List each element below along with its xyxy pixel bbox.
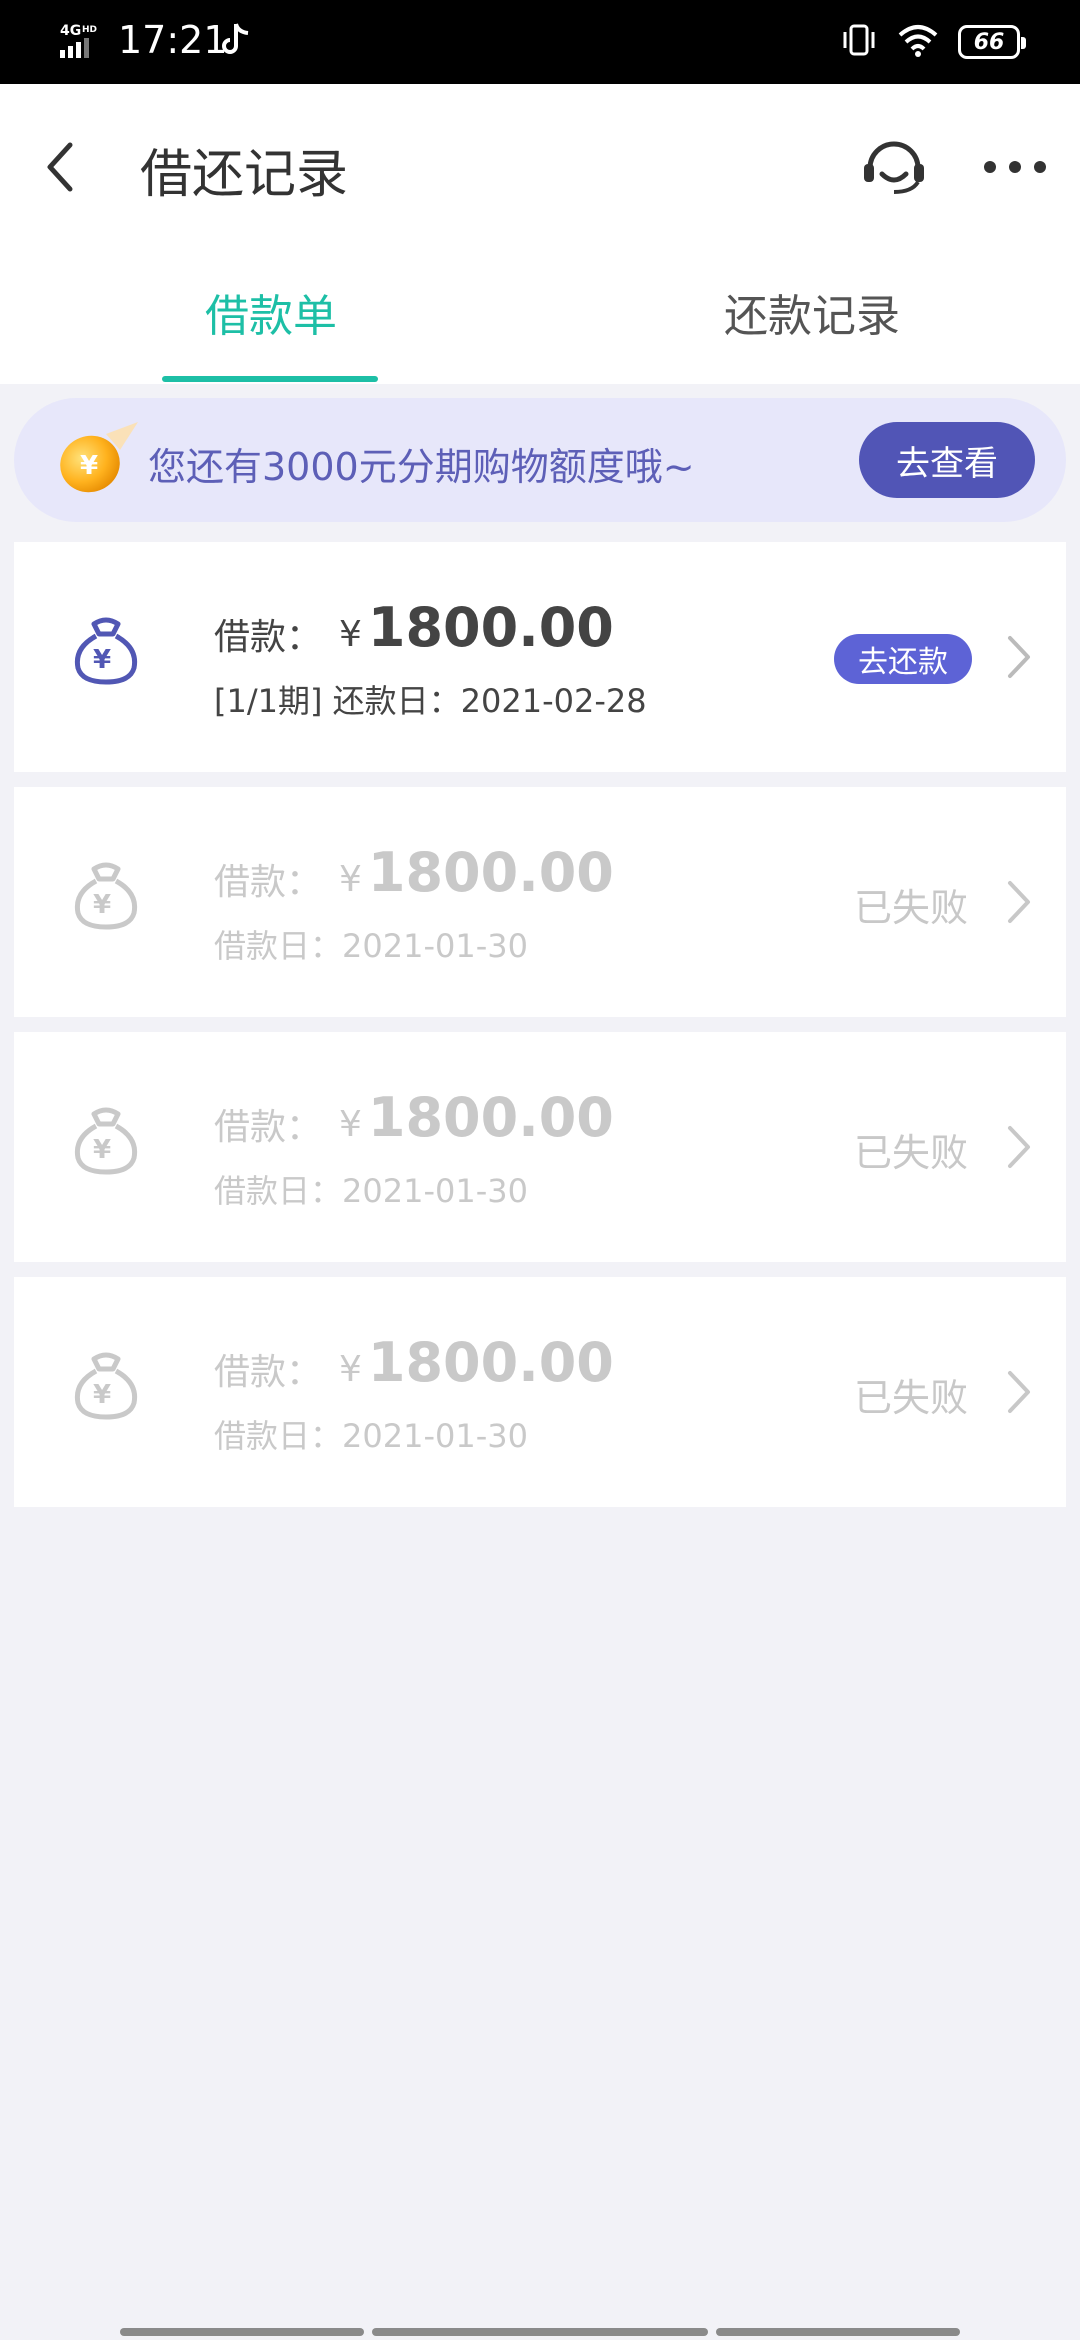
- currency-symbol: ¥: [339, 1104, 362, 1145]
- amount-value: 1800.00: [367, 841, 614, 904]
- chevron-right-icon: [1004, 1124, 1034, 1174]
- amount-label: 借款：: [214, 617, 323, 658]
- currency-symbol: ¥: [339, 614, 362, 655]
- amount-label: 借款：: [214, 862, 323, 903]
- amount-value: 1800.00: [367, 596, 614, 659]
- money-bag-icon: ¥: [68, 1349, 144, 1429]
- svg-text:¥: ¥: [93, 645, 111, 675]
- loan-record-card[interactable]: ¥ 借款： ¥1800.00 [1/1期] 还款日：2021-02-28 去还款: [14, 542, 1066, 772]
- promo-banner[interactable]: ¥ 您还有3000元分期购物额度哦~ 去查看: [14, 398, 1066, 522]
- loan-date: 借款日：2021-01-30: [214, 927, 528, 965]
- loan-amount: ¥1800.00: [339, 1086, 614, 1149]
- tab-indicator: [162, 376, 378, 382]
- svg-text:¥: ¥: [93, 1380, 111, 1410]
- view-button[interactable]: 去查看: [859, 422, 1035, 498]
- svg-text:¥: ¥: [80, 451, 98, 481]
- chevron-left-icon: [47, 142, 73, 192]
- repayment-date: [1/1期] 还款日：2021-02-28: [214, 682, 647, 720]
- customer-service-button[interactable]: [856, 132, 932, 202]
- status-bar: 4G HD 17:21 66: [0, 0, 1080, 84]
- chevron-right-icon: [1004, 1369, 1034, 1419]
- header: 借还记录 借款单 还款记录: [0, 84, 1080, 384]
- more-button[interactable]: [980, 132, 1050, 202]
- gesture-bar-right[interactable]: [716, 2328, 960, 2336]
- money-bag-icon: ¥: [68, 1104, 144, 1184]
- repay-button[interactable]: 去还款: [834, 634, 972, 684]
- amount-label: 借款：: [214, 1107, 323, 1148]
- svg-text:HD: HD: [82, 25, 97, 35]
- status-text: 已失败: [854, 886, 969, 930]
- chevron-right-icon: [1004, 634, 1034, 684]
- loan-amount: ¥1800.00: [339, 596, 614, 659]
- status-text: 已失败: [854, 1376, 969, 1420]
- loan-amount: ¥1800.00: [339, 841, 614, 904]
- banner-text: 您还有3000元分期购物额度哦~: [148, 445, 695, 489]
- tiktok-icon: [222, 22, 252, 62]
- gesture-bar-home[interactable]: [372, 2328, 708, 2336]
- chevron-right-icon: [1004, 879, 1034, 929]
- money-bag-icon: ¥: [68, 859, 144, 939]
- svg-text:¥: ¥: [93, 1135, 111, 1165]
- network-signal-icon: 4G HD: [58, 22, 108, 64]
- money-bag-icon: ¥: [68, 614, 144, 694]
- loan-record-card[interactable]: ¥ 借款： ¥1800.00 借款日：2021-01-30 已失败: [14, 787, 1066, 1017]
- wifi-icon: [898, 23, 938, 61]
- page-title: 借还记录: [140, 145, 349, 205]
- loan-date: 借款日：2021-01-30: [214, 1417, 528, 1455]
- status-text: 已失败: [854, 1131, 969, 1175]
- coin-icon: ¥: [50, 420, 142, 504]
- currency-symbol: ¥: [339, 859, 362, 900]
- headset-icon: [864, 141, 924, 194]
- more-dots-icon: [984, 161, 1046, 173]
- battery-indicator: 66: [958, 25, 1026, 59]
- amount-value: 1800.00: [367, 1331, 614, 1394]
- loan-record-card[interactable]: ¥ 借款： ¥1800.00 借款日：2021-01-30 已失败: [14, 1277, 1066, 1507]
- loan-record-card[interactable]: ¥ 借款： ¥1800.00 借款日：2021-01-30 已失败: [14, 1032, 1066, 1262]
- back-button[interactable]: [30, 132, 90, 202]
- tab-loan-orders[interactable]: 借款单: [205, 280, 337, 344]
- vibrate-icon: [840, 22, 878, 62]
- currency-symbol: ¥: [339, 1349, 362, 1390]
- loan-date: 借款日：2021-01-30: [214, 1172, 528, 1210]
- amount-value: 1800.00: [367, 1086, 614, 1149]
- svg-text:4G: 4G: [60, 23, 81, 39]
- gesture-bar-left[interactable]: [120, 2328, 364, 2336]
- amount-label: 借款：: [214, 1352, 323, 1393]
- tab-repayment-records[interactable]: 还款记录: [724, 280, 900, 344]
- svg-text:¥: ¥: [93, 890, 111, 920]
- loan-amount: ¥1800.00: [339, 1331, 614, 1394]
- clock: 17:21: [118, 18, 228, 62]
